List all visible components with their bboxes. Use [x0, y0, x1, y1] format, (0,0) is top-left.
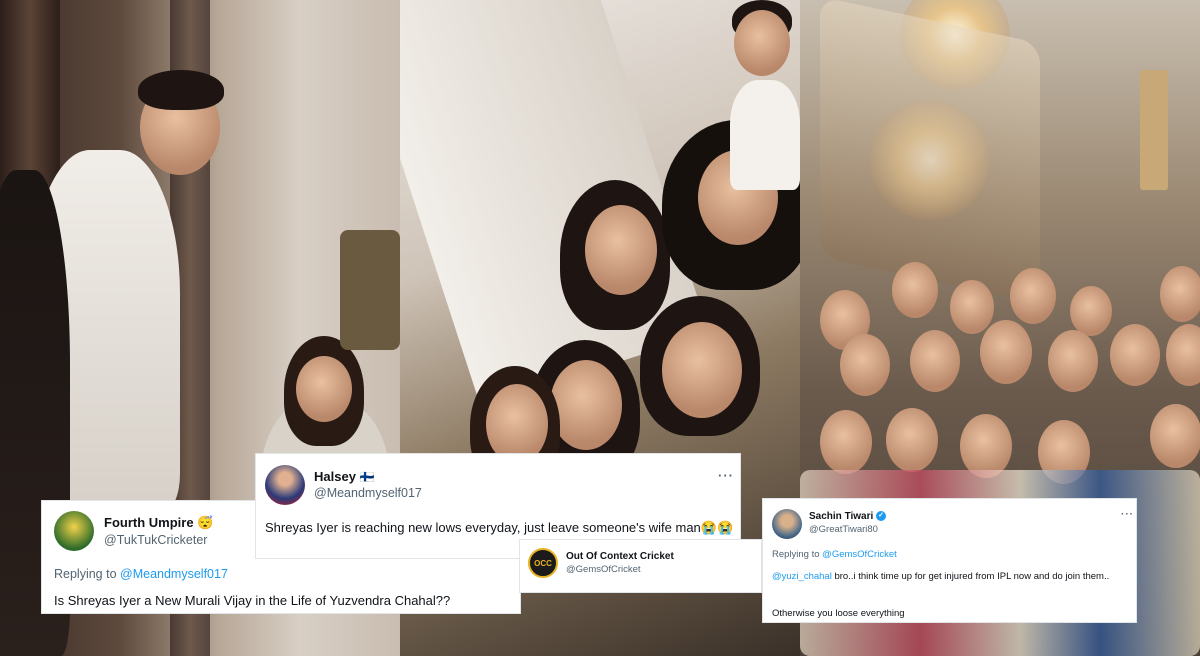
replying-to-line: Replying to @Meandmyself017: [54, 567, 228, 581]
avatar[interactable]: [265, 465, 305, 505]
tweet-text-content: Shreyas Iyer is reaching new lows everyd…: [265, 520, 701, 535]
person-face: [1070, 286, 1112, 336]
person-face: [840, 334, 890, 396]
person-face: [910, 330, 960, 392]
replying-to-line: Replying to @GemsOfCricket: [772, 549, 897, 560]
tweet-card-occ[interactable]: OCC Out Of Context Cricket @GemsOfCricke…: [519, 539, 762, 593]
avatar[interactable]: [772, 509, 802, 539]
author-handle[interactable]: @Meandmyself017: [314, 486, 422, 500]
wall-lamp-shape: [1140, 70, 1168, 190]
author-name[interactable]: Out Of Context Cricket: [566, 551, 674, 562]
tweet-card-sachin-tiwari[interactable]: Sachin Tiwari ✓ @GreatTiwari80 ··· Reply…: [762, 498, 1137, 623]
tweet-text: Shreyas Iyer is reaching new lows everyd…: [265, 518, 735, 537]
author-name[interactable]: Halsey 🇫🇮: [314, 469, 375, 484]
tweet-text-line-2: Otherwise you loose everything: [772, 608, 905, 619]
occ-logo-text: OCC: [534, 558, 552, 568]
person-face: [892, 262, 938, 318]
person-face: [486, 384, 548, 464]
finland-flag-icon: 🇫🇮: [359, 470, 375, 484]
tweet-text-line-1: bro..i think time up for get injured fro…: [831, 571, 1110, 582]
mention-link[interactable]: @yuzi_chahal: [772, 571, 832, 582]
person-face: [1166, 324, 1200, 386]
verified-badge-icon: ✓: [876, 511, 887, 522]
author-handle[interactable]: @TukTukCricketer: [104, 533, 207, 547]
avatar[interactable]: [54, 511, 94, 551]
author-handle[interactable]: @GemsOfCricket: [566, 564, 641, 575]
person-face: [1048, 330, 1098, 392]
tweet-text: @yuzi_chahal bro..i think time up for ge…: [772, 570, 1122, 584]
person-face: [950, 280, 994, 334]
staircase-shape: [820, 0, 1040, 304]
person-face: [980, 320, 1032, 384]
person-face: [296, 356, 352, 422]
person-face: [550, 360, 622, 450]
person-face: [960, 414, 1012, 478]
person-face: [585, 205, 657, 295]
person-face: [886, 408, 938, 472]
more-options-icon[interactable]: ···: [718, 468, 734, 483]
occ-logo-icon[interactable]: OCC: [528, 548, 558, 578]
person-face: [1010, 268, 1056, 324]
replying-to-label: Replying to: [772, 549, 823, 560]
author-handle[interactable]: @GreatTiwari80: [809, 524, 878, 535]
sleeping-emoji-icon: 😴: [197, 515, 214, 530]
more-options-icon[interactable]: ···: [1121, 509, 1134, 520]
person-face: [734, 10, 790, 76]
author-name-text: Sachin Tiwari: [809, 511, 874, 522]
person-face: [820, 410, 872, 474]
person-face: [1150, 404, 1200, 468]
person-face: [662, 322, 742, 418]
person-hair: [138, 70, 224, 110]
person-face: [1160, 266, 1200, 322]
person-face: [1110, 324, 1160, 386]
crying-emoji-icon: 😭😭: [700, 520, 734, 535]
author-name[interactable]: Fourth Umpire 😴: [104, 515, 213, 531]
author-name-text: Halsey: [314, 469, 356, 484]
tweet-text: Is Shreyas Iyer a New Murali Vijay in th…: [54, 593, 451, 608]
author-name[interactable]: Sachin Tiwari ✓: [809, 511, 887, 522]
replying-to-label: Replying to: [54, 567, 121, 581]
chair-shape: [340, 230, 400, 350]
person-figure: [730, 80, 800, 190]
replying-to-link[interactable]: @Meandmyself017: [120, 567, 228, 581]
author-name-text: Fourth Umpire: [104, 515, 194, 530]
replying-to-link[interactable]: @GemsOfCricket: [822, 549, 897, 560]
